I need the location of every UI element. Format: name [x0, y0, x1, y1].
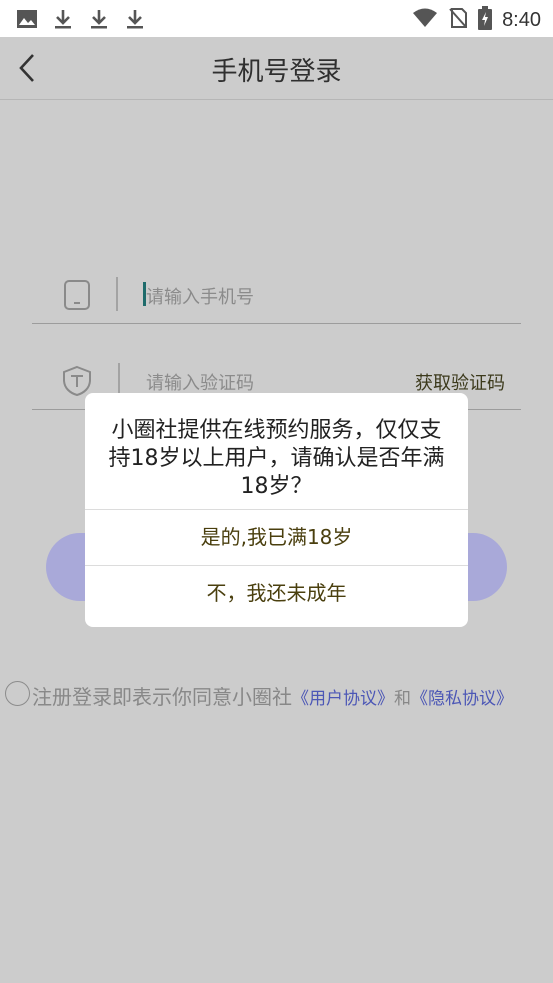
confirm-adult-button[interactable]: 是的,我已满18岁 — [85, 509, 468, 565]
phone-icon — [62, 279, 92, 311]
app-bar: 手机号登录 — [0, 37, 553, 100]
agreement-text: 注册登录即表示你同意小圈社 — [32, 685, 292, 709]
agreement-row: 注册登录即表示你同意小圈社《用户协议》和《隐私协议》 — [2, 680, 553, 710]
deny-adult-button[interactable]: 不，我还未成年 — [85, 565, 468, 621]
get-code-button[interactable]: 获取验证码 — [415, 369, 505, 395]
field-divider — [116, 277, 118, 311]
wifi-icon — [412, 8, 438, 32]
dialog-message: 小圈社提供在线预约服务，仅仅支持18岁以上用户，请确认是否年满18岁？ — [108, 418, 445, 499]
phone-field[interactable]: 请输入手机号 — [32, 267, 521, 324]
agree-checkbox[interactable] — [5, 681, 30, 706]
status-time: 8:40 — [502, 8, 541, 31]
download-icon — [50, 7, 76, 31]
shield-icon — [62, 365, 92, 397]
no-sim-icon — [448, 7, 468, 33]
age-confirm-dialog: 小圈社提供在线预约服务，仅仅支持18岁以上用户，请确认是否年满18岁？ 是的,我… — [85, 393, 468, 627]
agreement-and: 和 — [394, 689, 411, 709]
privacy-agreement-link[interactable]: 《隐私协议》 — [411, 689, 513, 709]
battery-charging-icon — [478, 6, 493, 34]
status-bar: 8:40 — [0, 0, 553, 37]
page-title: 手机号登录 — [211, 57, 342, 87]
phone-input[interactable]: 请输入手机号 — [146, 283, 254, 309]
download-icon — [122, 7, 148, 31]
image-icon — [14, 7, 40, 31]
download-icon — [86, 7, 112, 31]
field-divider — [118, 363, 120, 397]
user-agreement-link[interactable]: 《用户协议》 — [292, 689, 394, 709]
code-input[interactable]: 请输入验证码 — [146, 369, 254, 395]
